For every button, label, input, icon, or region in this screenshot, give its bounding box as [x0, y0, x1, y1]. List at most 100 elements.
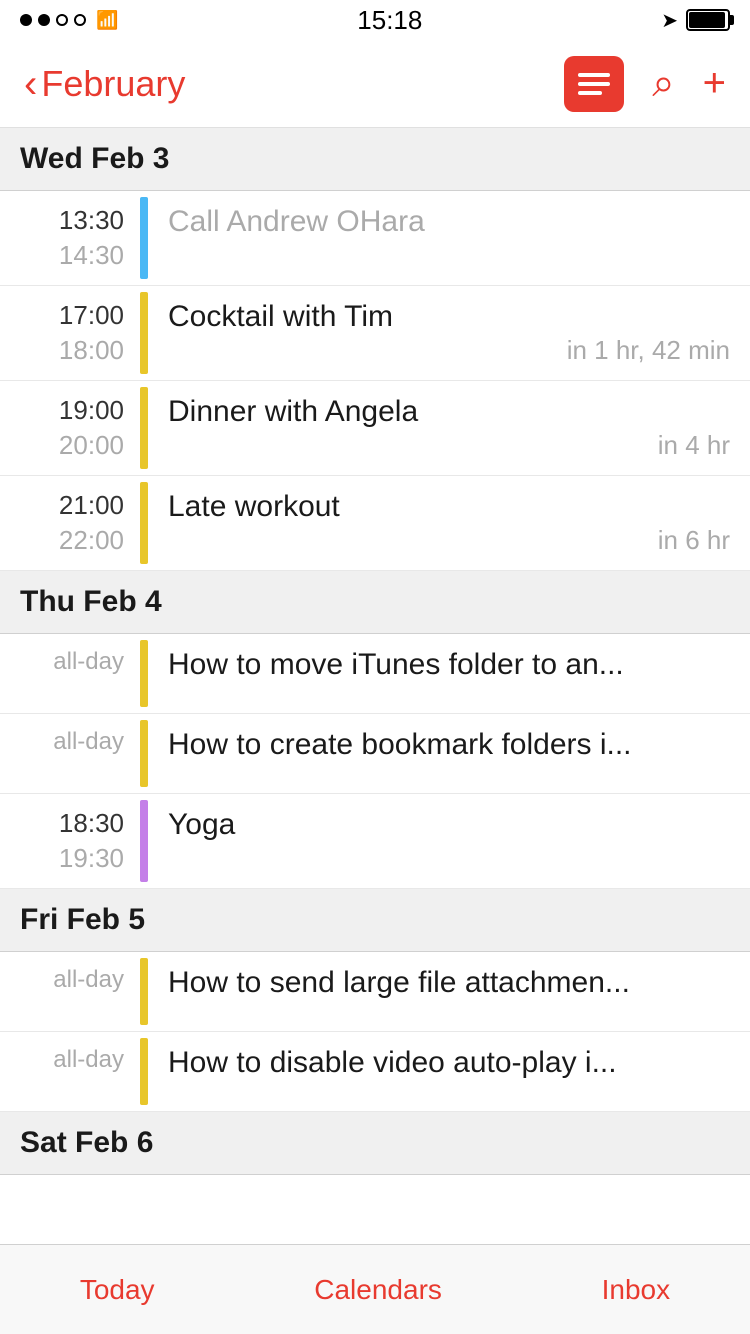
- event-time-ev4: 21:00 22:00: [0, 476, 140, 570]
- add-button[interactable]: +: [703, 61, 726, 106]
- search-button[interactable]: ⌕: [652, 61, 674, 106]
- event-row-ev6[interactable]: all-day How to create bookmark folders i.…: [0, 714, 750, 794]
- event-bar: [140, 800, 148, 882]
- time-start: all-day: [53, 728, 124, 756]
- event-time-ev2: 17:00 18:00: [0, 286, 140, 380]
- event-content-ev8: How to send large file attachmen...: [148, 952, 750, 1031]
- event-bar: [140, 292, 148, 374]
- event-bar-col: [140, 191, 148, 285]
- day-header-sat-feb6: Sat Feb 6: [0, 1112, 750, 1175]
- event-bar-col: [140, 476, 148, 570]
- event-time-ev9: all-day: [0, 1032, 140, 1111]
- event-content-ev5: How to move iTunes folder to an...: [148, 634, 750, 713]
- time-end: 19:30: [59, 843, 124, 874]
- event-time-ev3: 19:00 20:00: [0, 381, 140, 475]
- time-start: 21:00: [59, 490, 124, 521]
- time-start: all-day: [53, 648, 124, 676]
- event-timing: in 4 hr: [168, 430, 730, 461]
- event-row-ev2[interactable]: 17:00 18:00 Cocktail with Timin 1 hr, 42 m…: [0, 286, 750, 381]
- signal-dot-4: [74, 14, 86, 26]
- time-start: all-day: [53, 1046, 124, 1074]
- time-start: 19:00: [59, 395, 124, 426]
- event-time-ev7: 18:30 19:30: [0, 794, 140, 888]
- location-icon: ➤: [661, 8, 678, 33]
- tab-bar: Today Calendars Inbox: [0, 1244, 750, 1334]
- event-title: How to create bookmark folders i...: [168, 728, 730, 762]
- event-row-ev1[interactable]: 13:30 14:30 Call Andrew OHara: [0, 191, 750, 286]
- calendar-content: Wed Feb 3 13:30 14:30 Call Andrew OHara 17:0…: [0, 128, 750, 1265]
- event-row-ev4[interactable]: 21:00 22:00 Late workoutin 6 hr: [0, 476, 750, 571]
- event-content-ev2: Cocktail with Timin 1 hr, 42 min: [148, 286, 750, 380]
- event-bar: [140, 482, 148, 564]
- day-header-thu-feb4: Thu Feb 4: [0, 571, 750, 634]
- event-bar: [140, 958, 148, 1025]
- event-timing: in 1 hr, 42 min: [168, 335, 730, 366]
- list-view-button[interactable]: [564, 56, 624, 112]
- event-title: Late workout: [168, 490, 730, 524]
- event-bar-col: [140, 381, 148, 475]
- status-bar: 📶 15:18 ➤: [0, 0, 750, 40]
- event-title: How to move iTunes folder to an...: [168, 648, 730, 682]
- signal-dot-3: [56, 14, 68, 26]
- event-bar: [140, 640, 148, 707]
- event-content-ev7: Yoga: [148, 794, 750, 888]
- time-start: all-day: [53, 966, 124, 994]
- event-content-ev3: Dinner with Angelain 4 hr: [148, 381, 750, 475]
- back-arrow-icon: ‹: [24, 64, 37, 104]
- signal-area: 📶: [20, 10, 118, 31]
- event-title: Call Andrew OHara: [168, 205, 730, 239]
- nav-actions: ⌕ +: [564, 56, 726, 112]
- event-row-ev7[interactable]: 18:30 19:30 Yoga: [0, 794, 750, 889]
- wifi-icon: 📶: [96, 10, 118, 31]
- back-button[interactable]: ‹ February: [24, 63, 185, 105]
- event-row-ev9[interactable]: all-day How to disable video auto-play i.…: [0, 1032, 750, 1112]
- battery-icon: [686, 9, 730, 31]
- event-time-ev1: 13:30 14:30: [0, 191, 140, 285]
- event-time-ev6: all-day: [0, 714, 140, 793]
- event-bar-col: [140, 952, 148, 1031]
- event-timing: in 6 hr: [168, 525, 730, 556]
- event-row-ev5[interactable]: all-day How to move iTunes folder to an..…: [0, 634, 750, 714]
- event-title: How to send large file attachmen...: [168, 966, 730, 1000]
- event-bar: [140, 720, 148, 787]
- time-start: 17:00: [59, 300, 124, 331]
- event-bar: [140, 387, 148, 469]
- event-row-ev8[interactable]: all-day How to send large file attachmen.…: [0, 952, 750, 1032]
- event-bar-col: [140, 714, 148, 793]
- event-bar-col: [140, 286, 148, 380]
- time-start: 13:30: [59, 205, 124, 236]
- time-end: 22:00: [59, 525, 124, 556]
- time-end: 18:00: [59, 335, 124, 366]
- event-bar-col: [140, 634, 148, 713]
- event-content-ev1: Call Andrew OHara: [148, 191, 750, 285]
- event-bar: [140, 197, 148, 279]
- event-bar-col: [140, 794, 148, 888]
- event-row-ev3[interactable]: 19:00 20:00 Dinner with Angelain 4 hr: [0, 381, 750, 476]
- event-time-ev8: all-day: [0, 952, 140, 1031]
- event-title: Yoga: [168, 808, 730, 842]
- status-right-icons: ➤: [661, 8, 730, 33]
- event-content-ev6: How to create bookmark folders i...: [148, 714, 750, 793]
- signal-dot-2: [38, 14, 50, 26]
- event-bar: [140, 1038, 148, 1105]
- event-title: Dinner with Angela: [168, 395, 730, 429]
- signal-dot-1: [20, 14, 32, 26]
- back-label: February: [41, 63, 185, 105]
- time-start: 18:30: [59, 808, 124, 839]
- time-end: 20:00: [59, 430, 124, 461]
- event-content-ev9: How to disable video auto-play i...: [148, 1032, 750, 1111]
- event-time-ev5: all-day: [0, 634, 140, 713]
- event-title: Cocktail with Tim: [168, 300, 730, 334]
- status-time: 15:18: [357, 5, 422, 36]
- nav-bar: ‹ February ⌕ +: [0, 40, 750, 128]
- event-title: How to disable video auto-play i...: [168, 1046, 730, 1080]
- event-content-ev4: Late workoutin 6 hr: [148, 476, 750, 570]
- tab-inbox[interactable]: Inbox: [582, 1264, 691, 1316]
- tab-calendars[interactable]: Calendars: [294, 1264, 462, 1316]
- tab-today[interactable]: Today: [60, 1264, 175, 1316]
- time-end: 14:30: [59, 240, 124, 271]
- event-bar-col: [140, 1032, 148, 1111]
- day-header-fri-feb5: Fri Feb 5: [0, 889, 750, 952]
- day-header-wed-feb3: Wed Feb 3: [0, 128, 750, 191]
- list-lines-icon: [578, 73, 610, 95]
